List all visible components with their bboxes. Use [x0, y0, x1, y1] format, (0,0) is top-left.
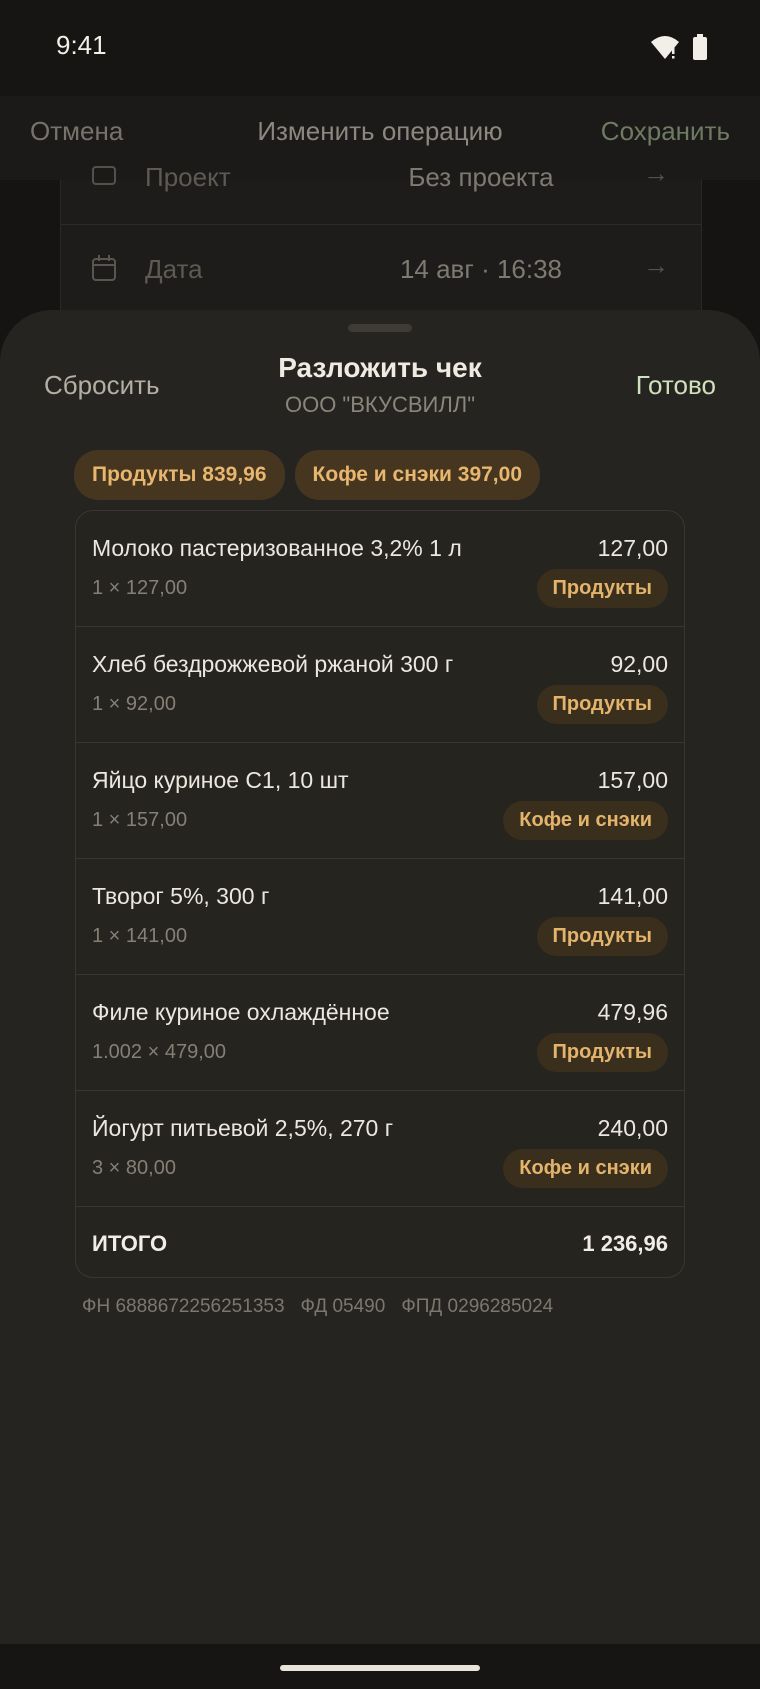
total-value: 1 236,96 — [582, 1231, 668, 1256]
fiscal-fn: ФН 6888672256251353 — [82, 1296, 285, 1317]
item-name: Яйцо куриное С1, 10 шт — [92, 767, 349, 793]
fiscal-info: ФН 6888672256251353 ФД 05490 ФПД 0296285… — [82, 1296, 553, 1318]
calendar-icon — [92, 255, 116, 281]
item-price: 92,00 — [610, 651, 668, 677]
item-category-tag[interactable]: Продукты — [536, 569, 668, 608]
folder-icon — [92, 166, 116, 185]
item-price: 479,96 — [597, 999, 668, 1025]
date-row[interactable]: Дата 14 авг · 16:38 → — [61, 224, 701, 317]
item-quantity: 1 × 92,00 — [92, 693, 176, 715]
status-time: 9:41 — [56, 30, 107, 60]
fiscal-fpd: ФПД 0296285024 — [401, 1296, 554, 1317]
item-quantity: 1 × 157,00 — [92, 809, 188, 831]
category-chip[interactable]: Продукты 839,96 — [74, 450, 285, 500]
background-form: Проект Без проекта → Дата 14 авг · 16:38… — [60, 158, 702, 321]
item-name: Хлеб бездрожжевой ржаной 300 г — [92, 651, 454, 677]
item-name: Творог 5%, 300 г — [92, 883, 270, 909]
item-quantity: 1 × 141,00 — [92, 925, 188, 947]
status-icons — [650, 34, 708, 60]
date-label: Дата — [145, 254, 203, 284]
item-name: Филе куриное охлаждённое — [92, 999, 390, 1025]
item-quantity: 1 × 127,00 — [92, 577, 188, 599]
receipt-item: Йогурт питьевой 2,5%, 270 г 240,00 3 × 8… — [76, 1091, 684, 1207]
total-label: ИТОГО — [92, 1231, 168, 1256]
item-price: 127,00 — [597, 535, 668, 561]
category-chip[interactable]: Кофе и снэки 397,00 — [294, 450, 540, 500]
item-price: 240,00 — [597, 1115, 668, 1141]
status-bar — [0, 0, 760, 96]
sheet-drag-handle[interactable] — [348, 324, 412, 332]
item-category-tag[interactable]: Кофе и снэки — [503, 1149, 668, 1188]
receipt-item: Яйцо куриное С1, 10 шт 157,00 1 × 157,00… — [76, 743, 684, 859]
fiscal-fd: ФД 05490 — [300, 1296, 386, 1317]
date-value: 14 авг · 16:38 — [399, 254, 563, 284]
item-category-tag[interactable]: Кофе и снэки — [503, 801, 668, 840]
receipt-item: Творог 5%, 300 г 141,00 1 × 141,00 Проду… — [76, 859, 684, 975]
category-summary-chips: Продукты 839,96 Кофе и снэки 397,00 — [74, 450, 540, 500]
item-category-tag[interactable]: Продукты — [536, 917, 668, 956]
arrow-right-icon: → — [643, 158, 669, 188]
item-price: 141,00 — [597, 883, 668, 909]
receipt-item: Хлеб бездрожжевой ржаной 300 г 92,00 1 ×… — [76, 627, 684, 743]
battery-icon — [693, 34, 707, 60]
project-label: Проект — [145, 162, 231, 192]
item-category-tag[interactable]: Продукты — [536, 1033, 668, 1072]
arrow-right-icon: → — [643, 250, 669, 280]
home-indicator[interactable] — [280, 1665, 480, 1671]
project-row[interactable]: Проект Без проекта → — [61, 132, 701, 225]
item-category-tag[interactable]: Продукты — [536, 685, 668, 724]
receipt-items-table: Молоко пастеризованное 3,2% 1 л 127,00 1… — [75, 510, 685, 1278]
wifi-icon — [651, 36, 679, 59]
item-price: 157,00 — [597, 767, 668, 793]
done-button[interactable]: Готово — [636, 370, 716, 401]
total-row: ИТОГО 1 236,96 — [76, 1207, 684, 1277]
receipt-item: Филе куриное охлаждённое 479,96 1.002 × … — [76, 975, 684, 1091]
item-name: Йогурт питьевой 2,5%, 270 г — [92, 1115, 394, 1141]
project-value: Без проекта — [408, 162, 554, 192]
item-quantity: 1.002 × 479,00 — [92, 1041, 227, 1063]
item-quantity: 3 × 80,00 — [92, 1157, 176, 1179]
item-name: Молоко пастеризованное 3,2% 1 л — [92, 535, 462, 561]
receipt-item: Молоко пастеризованное 3,2% 1 л 127,00 1… — [76, 511, 684, 627]
